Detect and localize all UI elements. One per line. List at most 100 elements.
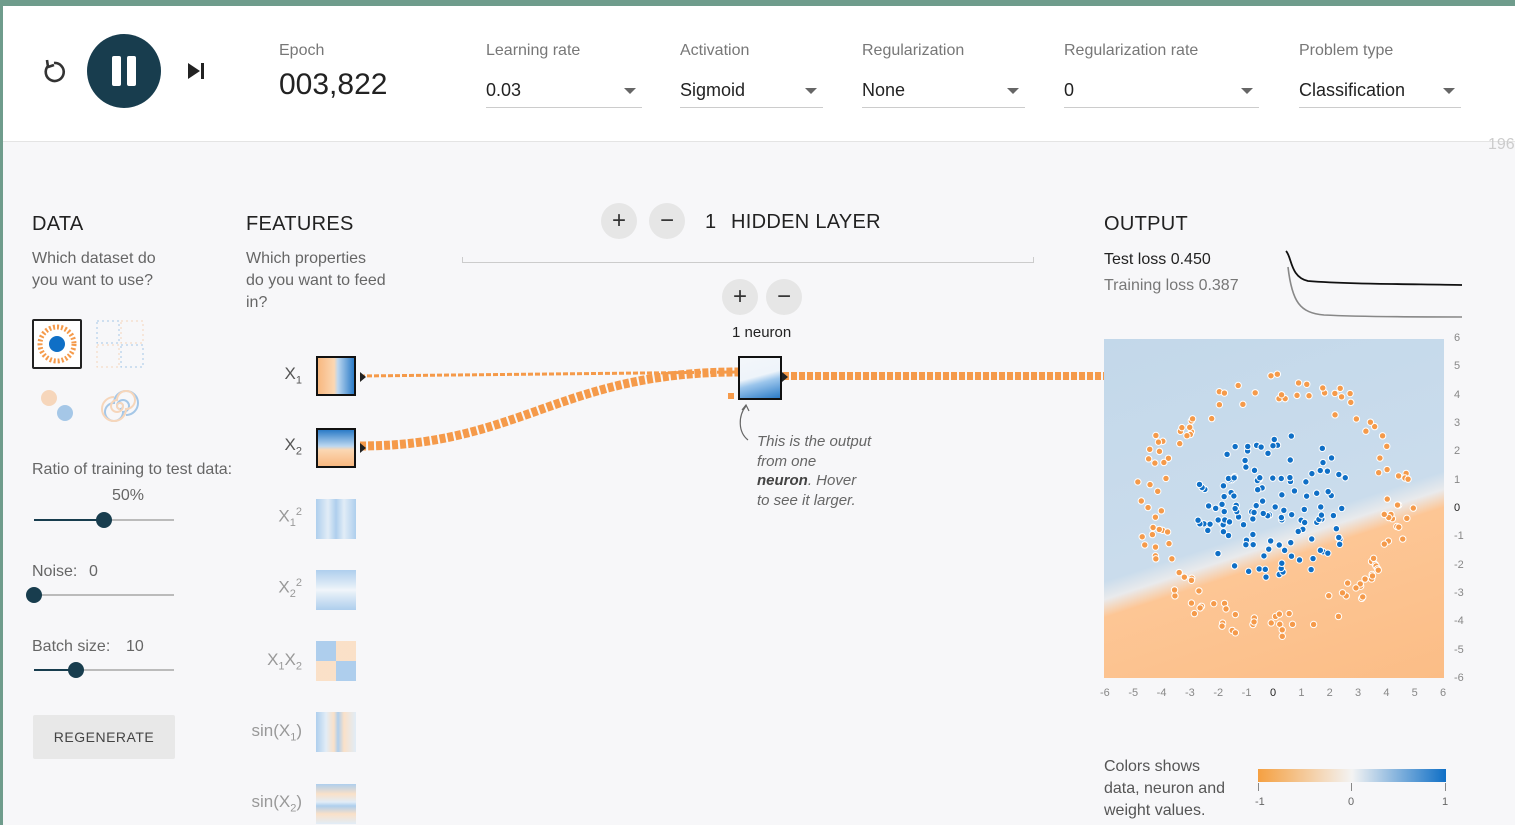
orange-data-point (1151, 543, 1160, 551)
blue-data-point (1294, 527, 1302, 536)
blue-data-point (1313, 489, 1321, 497)
orange-data-point (1325, 592, 1333, 600)
blue-data-point (1219, 482, 1228, 490)
blue-data-point (1335, 540, 1344, 548)
orange-data-point (1293, 391, 1301, 400)
orange-data-point (1346, 389, 1354, 398)
blue-data-point (1277, 513, 1286, 522)
loss-chart (1285, 250, 1463, 318)
scale-tick-mid (1351, 783, 1352, 791)
scale-label-max: 1 (1442, 796, 1449, 808)
feature-x2-squared[interactable] (316, 570, 356, 610)
orange-data-point (1151, 459, 1159, 467)
blue-data-point (1275, 541, 1283, 549)
blue-data-point (1307, 565, 1315, 574)
orange-data-point (1275, 610, 1284, 618)
blue-data-point (1224, 531, 1233, 540)
orange-data-point (1267, 372, 1275, 380)
blue-data-point (1317, 511, 1326, 519)
y-tick-label: 3 (1454, 417, 1461, 429)
blue-data-point (1255, 565, 1263, 573)
minus-icon: − (776, 283, 791, 310)
orange-data-point (1151, 513, 1160, 521)
scale-label-min: -1 (1255, 796, 1265, 808)
orange-data-point (1285, 609, 1293, 618)
blue-data-point (1270, 435, 1278, 444)
x-tick-label: 6 (1440, 687, 1447, 699)
test-loss-label: Test loss (1104, 251, 1167, 268)
blue-data-point (1335, 533, 1343, 542)
orange-data-point (1152, 555, 1160, 563)
feature-sin-x1[interactable] (316, 712, 356, 752)
feature-x1-label: X1 (284, 364, 302, 387)
feature-x1x2[interactable] (316, 641, 356, 681)
remove-neuron-button[interactable]: − (766, 279, 802, 315)
orange-data-point (1393, 501, 1402, 509)
orange-data-point (1368, 572, 1377, 580)
orange-data-point (1277, 391, 1286, 399)
feature-x2[interactable] (316, 428, 356, 468)
blue-data-point (1230, 562, 1239, 570)
training-loss-curve (1287, 266, 1463, 318)
orange-data-point (1170, 586, 1179, 594)
neuron-annotation: This is the output from one neuron. Hove… (757, 432, 871, 510)
feature-sin-x2[interactable] (316, 784, 356, 824)
blue-data-point (1239, 520, 1248, 529)
annotation-line-4: to see it larger. (757, 491, 856, 509)
orange-data-point (1178, 423, 1186, 432)
blue-data-point (1287, 538, 1295, 547)
x2-output-arrow (360, 443, 366, 453)
x-tick-label: -6 (1100, 687, 1110, 699)
blue-data-point (1324, 487, 1332, 496)
remove-layer-button[interactable]: − (649, 203, 685, 239)
feature-x1[interactable] (316, 356, 356, 396)
feature-sin-x1-label: sin(X1) (251, 721, 302, 744)
y-tick-label: -4 (1454, 615, 1464, 628)
feature-x1-squared[interactable] (316, 499, 356, 539)
blue-data-point (1327, 454, 1336, 462)
feature-x2-label: X2 (284, 435, 302, 458)
add-layer-button[interactable]: + (601, 203, 637, 239)
blue-data-point (1295, 556, 1304, 564)
blue-data-point (1220, 492, 1228, 501)
orange-data-point (1362, 427, 1370, 435)
orange-data-point (1378, 432, 1387, 440)
blue-data-point (1278, 491, 1286, 499)
orange-data-point (1347, 398, 1355, 407)
blue-data-point (1341, 474, 1349, 482)
blue-data-point (1244, 567, 1253, 576)
test-loss-value: 0.450 (1170, 251, 1211, 268)
minus-icon: − (659, 207, 674, 234)
blue-data-point (1257, 443, 1265, 451)
hidden-neuron[interactable] (738, 356, 782, 400)
orange-data-point (1141, 541, 1149, 549)
orange-data-point (1146, 445, 1154, 454)
blue-data-point (1316, 466, 1324, 475)
blue-data-point (1204, 526, 1212, 535)
orange-data-point (1155, 525, 1164, 534)
orange-data-point (1383, 495, 1391, 503)
orange-data-point (1187, 599, 1196, 607)
orange-data-point (1180, 573, 1189, 581)
y-tick-label: -6 (1454, 672, 1464, 684)
orange-data-point (1215, 400, 1224, 409)
orange-data-point (1395, 523, 1403, 531)
blue-data-point (1250, 508, 1258, 517)
blue-data-point (1265, 545, 1273, 553)
test-loss: Test loss 0.450 (1104, 251, 1211, 269)
x-tick-label: 5 (1411, 687, 1418, 699)
orange-data-point (1149, 523, 1157, 532)
blue-data-point (1256, 474, 1264, 482)
blue-data-point (1194, 516, 1202, 524)
y-tick-label: 0 (1454, 502, 1461, 514)
blue-data-point (1308, 469, 1316, 478)
orange-data-point (1157, 507, 1166, 515)
add-neuron-button[interactable]: + (722, 279, 758, 315)
blue-data-point (1271, 503, 1279, 511)
output-heatmap[interactable] (1104, 339, 1444, 678)
annotation-line-2: from one (757, 452, 817, 470)
blue-data-point (1231, 504, 1239, 513)
orange-data-point (1234, 381, 1242, 390)
orange-data-point (1294, 379, 1303, 387)
annotation-line-3-text: . Hover (807, 472, 857, 489)
